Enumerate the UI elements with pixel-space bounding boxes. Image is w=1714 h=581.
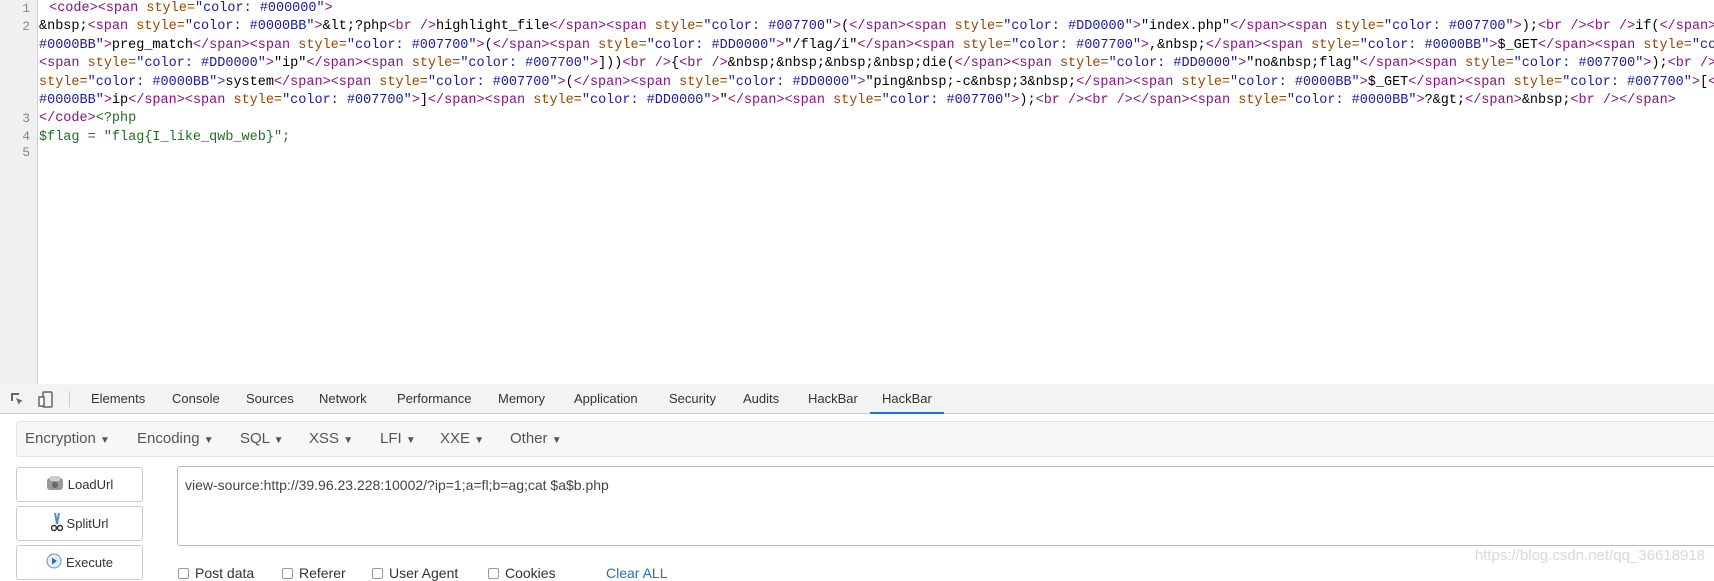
caret-down-icon: ▼ bbox=[273, 435, 284, 446]
code-line: style="color: #0000BB">system</span><spa… bbox=[39, 74, 1714, 90]
menu-label: Encryption bbox=[25, 430, 96, 447]
line-number: 3 bbox=[22, 111, 30, 126]
tab-security[interactable]: Security bbox=[667, 384, 718, 414]
post-data-checkbox[interactable]: Post data bbox=[178, 565, 254, 581]
checkbox-label: Cookies bbox=[505, 565, 556, 581]
cookies-checkbox[interactable]: Cookies bbox=[488, 565, 556, 581]
menu-label: Encoding bbox=[137, 430, 200, 447]
line-number: 1 bbox=[22, 1, 30, 16]
caret-down-icon: ▼ bbox=[203, 435, 214, 446]
load-url-button[interactable]: LoadUrl bbox=[16, 467, 143, 502]
tab-memory[interactable]: Memory bbox=[496, 384, 547, 414]
caret-down-icon: ▼ bbox=[405, 435, 416, 446]
caret-down-icon: ▼ bbox=[100, 435, 110, 446]
checkbox-icon bbox=[372, 567, 383, 579]
scissors-icon bbox=[50, 512, 63, 535]
checkbox-label: Referer bbox=[299, 565, 346, 581]
menu-xss[interactable]: XSS ▼ bbox=[309, 422, 353, 458]
user-agent-checkbox[interactable]: User Agent bbox=[372, 565, 458, 581]
checkbox-icon bbox=[178, 567, 189, 579]
code-line: </code><?php bbox=[39, 111, 137, 126]
caret-down-icon: ▼ bbox=[343, 435, 354, 446]
tab-hackbar-active[interactable]: HackBar bbox=[870, 384, 944, 414]
url-input[interactable] bbox=[177, 466, 1714, 546]
tab-performance[interactable]: Performance bbox=[395, 384, 473, 414]
caret-down-icon: ▼ bbox=[551, 435, 562, 446]
inspect-element-icon[interactable] bbox=[9, 391, 25, 412]
line-number: 4 bbox=[22, 129, 30, 144]
execute-button[interactable]: Execute bbox=[16, 545, 143, 580]
hackbar-menu-bar: Encryption ▼ Encoding ▼ SQL ▼ XSS ▼ LFI … bbox=[16, 421, 1714, 457]
play-icon bbox=[46, 553, 62, 572]
code-line: #0000BB">preg_match</span><span style="c… bbox=[39, 37, 1714, 53]
tab-elements[interactable]: Elements bbox=[89, 384, 147, 414]
menu-other[interactable]: Other ▼ bbox=[510, 422, 562, 458]
clear-all-link[interactable]: Clear ALL bbox=[606, 565, 667, 581]
referer-checkbox[interactable]: Referer bbox=[282, 565, 346, 581]
code-line: #0000BB">ip</span><span style="color: #0… bbox=[39, 93, 1676, 108]
devtools-tab-bar: Elements Console Sources Network Perform… bbox=[0, 384, 1714, 414]
button-label: Execute bbox=[66, 555, 113, 570]
menu-label: XSS bbox=[309, 430, 340, 447]
checkbox-label: User Agent bbox=[389, 565, 459, 581]
split-url-button[interactable]: SplitUrl bbox=[16, 506, 143, 541]
device-toolbar-icon[interactable] bbox=[38, 391, 54, 413]
button-label: LoadUrl bbox=[67, 477, 114, 492]
menu-label: XXE bbox=[440, 430, 471, 447]
menu-encryption[interactable]: Encryption ▼ bbox=[25, 422, 110, 458]
menu-label: Other bbox=[510, 430, 548, 447]
button-label: SplitUrl bbox=[66, 516, 109, 531]
line-number: 5 bbox=[22, 145, 30, 160]
load-icon bbox=[46, 475, 64, 494]
page-source-view: 1 2 3 4 5 <code><span style="color: #000… bbox=[0, 0, 1714, 384]
code-line: <code><span style="color: #000000"> bbox=[49, 1, 333, 16]
code-line: <span style="color: #DD0000">"ip"</span>… bbox=[39, 56, 1714, 71]
tab-audits[interactable]: Audits bbox=[741, 384, 781, 414]
code-line: &nbsp;<span style="color: #0000BB">&lt;?… bbox=[39, 19, 1714, 34]
tab-application[interactable]: Application bbox=[572, 384, 640, 414]
tab-hackbar[interactable]: HackBar bbox=[806, 384, 860, 414]
menu-sql[interactable]: SQL ▼ bbox=[240, 422, 284, 458]
watermark: https://blog.csdn.net/qq_36618918 bbox=[1474, 547, 1705, 564]
menu-encoding[interactable]: Encoding ▼ bbox=[137, 422, 214, 458]
code-line: $flag = "flag{I_like_qwb_web}"; bbox=[39, 129, 291, 145]
tab-network[interactable]: Network bbox=[317, 384, 369, 414]
line-number: 2 bbox=[22, 19, 30, 34]
menu-xxe[interactable]: XXE ▼ bbox=[440, 422, 484, 458]
caret-down-icon: ▼ bbox=[474, 435, 485, 446]
line-number-gutter: 1 2 3 4 5 bbox=[0, 0, 38, 384]
checkbox-icon bbox=[282, 567, 293, 579]
divider bbox=[69, 391, 70, 407]
menu-lfi[interactable]: LFI ▼ bbox=[380, 422, 416, 458]
checkbox-label: Post data bbox=[195, 565, 255, 581]
menu-label: LFI bbox=[380, 430, 402, 447]
checkbox-icon bbox=[488, 567, 499, 579]
tab-console[interactable]: Console bbox=[170, 384, 222, 414]
tab-sources[interactable]: Sources bbox=[244, 384, 296, 414]
menu-label: SQL bbox=[240, 430, 270, 447]
